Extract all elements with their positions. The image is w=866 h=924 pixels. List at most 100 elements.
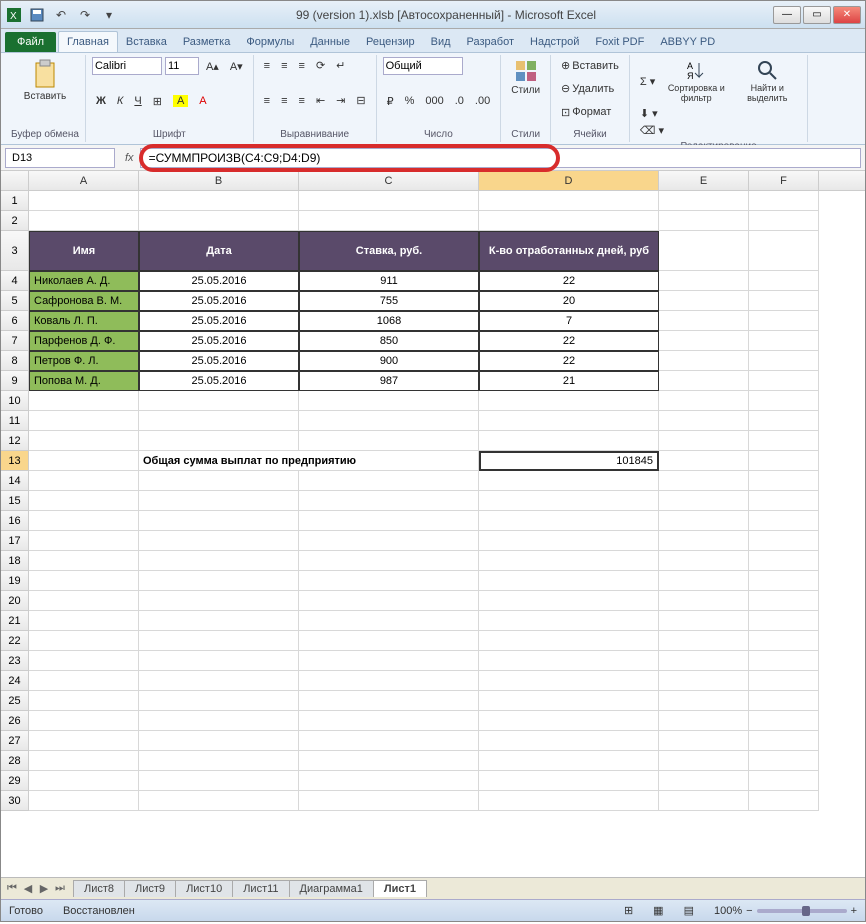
cell[interactable] <box>299 651 479 671</box>
row-header[interactable]: 29 <box>1 771 29 791</box>
align-mid-icon[interactable]: ≡ <box>277 58 291 74</box>
cell[interactable] <box>139 511 299 531</box>
table-cell[interactable]: Коваль Л. П. <box>29 311 139 331</box>
qat-dropdown-icon[interactable]: ▾ <box>99 5 119 25</box>
cell[interactable] <box>479 691 659 711</box>
cell[interactable] <box>139 671 299 691</box>
cell[interactable] <box>659 271 749 291</box>
cell[interactable] <box>479 711 659 731</box>
cell[interactable] <box>659 791 749 811</box>
sheet-next-icon[interactable]: ▶ <box>37 882 51 895</box>
cell[interactable] <box>479 631 659 651</box>
format-cells-button[interactable]: ⊡ Формат <box>557 104 615 121</box>
underline-button[interactable]: Ч <box>130 93 145 109</box>
cell[interactable] <box>29 451 139 471</box>
table-cell[interactable]: 755 <box>299 291 479 311</box>
cell[interactable] <box>749 311 819 331</box>
cell[interactable] <box>749 571 819 591</box>
row-header[interactable]: 16 <box>1 511 29 531</box>
row-header[interactable]: 22 <box>1 631 29 651</box>
tab-developer[interactable]: Разработ <box>459 32 522 52</box>
cell[interactable] <box>29 551 139 571</box>
cell[interactable] <box>749 331 819 351</box>
table-cell[interactable]: Сафронова В. М. <box>29 291 139 311</box>
select-all-corner[interactable] <box>1 171 29 190</box>
shrink-font-icon[interactable]: A▾ <box>226 58 247 75</box>
cell[interactable] <box>749 451 819 471</box>
cell[interactable] <box>659 311 749 331</box>
cell[interactable] <box>479 571 659 591</box>
maximize-button[interactable]: ▭ <box>803 6 831 24</box>
tab-abbyy[interactable]: ABBYY PD <box>652 32 723 52</box>
tab-layout[interactable]: Разметка <box>175 32 239 52</box>
insert-cells-button[interactable]: ⊕ Вставить <box>557 57 623 74</box>
cell[interactable] <box>659 511 749 531</box>
cell[interactable] <box>299 211 479 231</box>
table-cell[interactable]: 20 <box>479 291 659 311</box>
cell[interactable] <box>139 711 299 731</box>
cell[interactable] <box>29 491 139 511</box>
cell[interactable] <box>139 491 299 511</box>
sheet-tab[interactable]: Лист9 <box>124 880 176 897</box>
cell[interactable] <box>29 611 139 631</box>
cell[interactable] <box>299 391 479 411</box>
cell[interactable] <box>139 471 299 491</box>
fill-icon[interactable]: ⬇ ▾ <box>636 105 662 122</box>
cell[interactable] <box>659 771 749 791</box>
cell[interactable] <box>659 291 749 311</box>
row-header[interactable]: 1 <box>1 191 29 211</box>
cell[interactable] <box>659 571 749 591</box>
cell[interactable] <box>749 211 819 231</box>
row-header[interactable]: 21 <box>1 611 29 631</box>
cell[interactable] <box>749 751 819 771</box>
table-cell[interactable]: 900 <box>299 351 479 371</box>
cell[interactable] <box>479 531 659 551</box>
align-left-icon[interactable]: ≡ <box>260 93 274 109</box>
cell[interactable] <box>299 791 479 811</box>
cell[interactable] <box>749 271 819 291</box>
cell[interactable] <box>299 491 479 511</box>
delete-cells-button[interactable]: ⊖ Удалить <box>557 80 618 97</box>
cell[interactable] <box>659 391 749 411</box>
cell[interactable] <box>659 411 749 431</box>
cell[interactable] <box>749 791 819 811</box>
clear-icon[interactable]: ⌫ ▾ <box>636 122 668 139</box>
cell[interactable] <box>659 431 749 451</box>
table-cell[interactable]: 987 <box>299 371 479 391</box>
cell[interactable] <box>29 471 139 491</box>
sort-filter-button[interactable]: AЯ Сортировка и фильтр <box>662 57 730 105</box>
cell[interactable] <box>29 391 139 411</box>
row-header[interactable]: 25 <box>1 691 29 711</box>
cell[interactable] <box>299 551 479 571</box>
cell[interactable] <box>749 731 819 751</box>
table-cell[interactable]: 25.05.2016 <box>139 311 299 331</box>
cell[interactable] <box>659 451 749 471</box>
summary-label-cell[interactable]: Общая сумма выплат по предприятию <box>139 451 299 471</box>
cell[interactable] <box>659 331 749 351</box>
cell[interactable] <box>479 671 659 691</box>
cell[interactable] <box>139 751 299 771</box>
cell[interactable] <box>659 191 749 211</box>
cell[interactable] <box>659 471 749 491</box>
cell[interactable] <box>659 531 749 551</box>
grow-font-icon[interactable]: A▴ <box>202 58 223 75</box>
cell[interactable] <box>139 211 299 231</box>
row-header[interactable]: 5 <box>1 291 29 311</box>
cell[interactable] <box>479 751 659 771</box>
border-icon[interactable]: ⊞ <box>149 93 166 110</box>
zoom-slider[interactable] <box>757 909 847 913</box>
zoom-out-icon[interactable]: − <box>746 905 752 917</box>
cell[interactable] <box>139 591 299 611</box>
cell[interactable] <box>139 531 299 551</box>
cell[interactable] <box>749 511 819 531</box>
cell[interactable] <box>659 591 749 611</box>
cell[interactable] <box>139 731 299 751</box>
cell[interactable] <box>139 411 299 431</box>
cell[interactable] <box>749 711 819 731</box>
row-header[interactable]: 19 <box>1 571 29 591</box>
table-header[interactable]: Ставка, руб. <box>299 231 479 271</box>
col-header-b[interactable]: B <box>139 171 299 190</box>
cell[interactable] <box>749 471 819 491</box>
cell[interactable] <box>479 471 659 491</box>
row-header[interactable]: 14 <box>1 471 29 491</box>
